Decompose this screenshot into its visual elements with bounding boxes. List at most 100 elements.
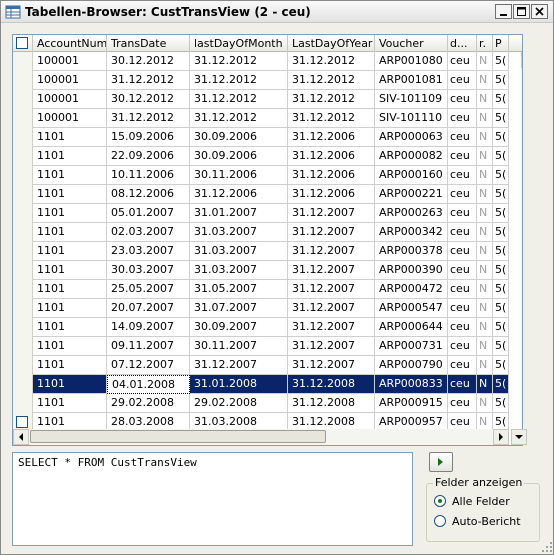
col-recversion-cell[interactable]: N — [477, 52, 493, 71]
col-trans-date-header[interactable]: TransDate — [107, 35, 190, 52]
row-selector[interactable] — [13, 185, 33, 204]
table-row[interactable]: 100001 30.12.2012 31.12.2012 31.12.2012 ARP0… — [13, 52, 522, 71]
col-dataareaid-cell[interactable]: ceu — [448, 109, 477, 128]
col-last-day-of-year-cell[interactable]: 31.12.2012 — [288, 71, 375, 90]
col-account-num-cell[interactable]: 1101 — [33, 356, 107, 375]
col-account-num-cell[interactable]: 100001 — [33, 109, 107, 128]
col-trans-date-cell[interactable]: 22.09.2006 — [107, 147, 190, 166]
col-last-day-of-month-cell[interactable]: 31.12.2012 — [190, 109, 288, 128]
data-grid[interactable]: AccountNum TransDate lastDayOfMonth LastDay… — [12, 34, 523, 446]
col-last-day-of-month-cell[interactable]: 30.11.2006 — [190, 166, 288, 185]
col-trans-date-cell[interactable]: 05.01.2007 — [107, 204, 190, 223]
col-partition-cell[interactable]: 5( — [493, 147, 509, 166]
table-row[interactable]: 1101 29.02.2008 29.02.2008 31.12.2008 ARP000… — [13, 394, 522, 413]
col-partition-cell[interactable]: 5( — [493, 394, 509, 413]
col-last-day-of-year-cell[interactable]: 31.12.2008 — [288, 375, 375, 394]
col-partition-cell[interactable]: 5( — [493, 128, 509, 147]
col-recversion-cell[interactable]: N — [477, 109, 493, 128]
col-recversion-cell[interactable]: N — [477, 337, 493, 356]
col-voucher-cell[interactable]: SIV-101110 — [375, 109, 448, 128]
col-partition-cell[interactable]: 5( — [493, 299, 509, 318]
col-trans-date-cell[interactable]: 08.12.2006 — [107, 185, 190, 204]
row-selector[interactable] — [13, 109, 33, 128]
col-last-day-of-year-cell[interactable]: 31.12.2007 — [288, 356, 375, 375]
row-selector[interactable] — [13, 394, 33, 413]
row-selector[interactable] — [13, 90, 33, 109]
col-last-day-of-month-cell[interactable]: 29.02.2008 — [190, 394, 288, 413]
col-recversion-cell[interactable]: N — [477, 71, 493, 90]
select-all-cell[interactable] — [13, 35, 33, 52]
col-last-day-of-month-cell[interactable]: 31.12.2007 — [190, 356, 288, 375]
col-last-day-of-month-cell[interactable]: 30.09.2007 — [190, 318, 288, 337]
col-voucher-cell[interactable]: ARP000547 — [375, 299, 448, 318]
col-last-day-of-month-cell[interactable]: 30.09.2006 — [190, 147, 288, 166]
col-dataareaid-cell[interactable]: ceu — [448, 90, 477, 109]
col-voucher-cell[interactable]: ARP000390 — [375, 261, 448, 280]
col-partition-cell[interactable]: 5( — [493, 261, 509, 280]
col-partition-cell[interactable]: 5( — [493, 71, 509, 90]
col-recversion-cell[interactable]: N — [477, 166, 493, 185]
col-account-num-cell[interactable]: 1101 — [33, 375, 107, 394]
row-selector[interactable] — [13, 147, 33, 166]
scroll-left-button[interactable] — [13, 429, 29, 445]
col-account-num-cell[interactable]: 1101 — [33, 128, 107, 147]
col-account-num-cell[interactable]: 1101 — [33, 337, 107, 356]
col-trans-date-cell[interactable]: 30.12.2012 — [107, 90, 190, 109]
table-row[interactable]: 1101 25.05.2007 31.05.2007 31.12.2007 ARP000… — [13, 280, 522, 299]
col-last-day-of-year-cell[interactable]: 31.12.2012 — [288, 90, 375, 109]
col-partition-cell[interactable]: 5( — [493, 242, 509, 261]
col-voucher-cell[interactable]: ARP000221 — [375, 185, 448, 204]
col-recversion-cell[interactable]: N — [477, 147, 493, 166]
col-partition-cell[interactable]: 5( — [493, 375, 509, 394]
col-trans-date-cell[interactable]: 31.12.2012 — [107, 71, 190, 90]
col-last-day-of-year-cell[interactable]: 31.12.2006 — [288, 147, 375, 166]
col-recversion-cell[interactable]: N — [477, 299, 493, 318]
col-voucher-cell[interactable]: ARP000082 — [375, 147, 448, 166]
select-all-checkbox[interactable] — [16, 37, 28, 49]
col-last-day-of-month-cell[interactable]: 31.03.2007 — [190, 223, 288, 242]
col-dataareaid-cell[interactable]: ceu — [448, 318, 477, 337]
col-trans-date-cell[interactable]: 14.09.2007 — [107, 318, 190, 337]
col-voucher-cell[interactable]: SIV-101109 — [375, 90, 448, 109]
row-selector[interactable] — [13, 128, 33, 147]
col-recversion-header[interactable]: r. — [477, 35, 493, 52]
col-dataareaid-cell[interactable]: ceu — [448, 147, 477, 166]
row-selector[interactable] — [13, 242, 33, 261]
col-dataareaid-cell[interactable]: ceu — [448, 337, 477, 356]
col-trans-date-cell[interactable]: 25.05.2007 — [107, 280, 190, 299]
col-last-day-of-month-cell[interactable]: 31.01.2007 — [190, 204, 288, 223]
col-last-day-of-year-cell[interactable]: 31.12.2007 — [288, 337, 375, 356]
col-last-day-of-month-cell[interactable]: 31.05.2007 — [190, 280, 288, 299]
col-voucher-cell[interactable]: ARP000644 — [375, 318, 448, 337]
horizontal-scroll-thumb[interactable] — [30, 430, 326, 443]
row-selector[interactable] — [13, 261, 33, 280]
maximize-button[interactable] — [513, 4, 530, 19]
col-recversion-cell[interactable]: N — [477, 318, 493, 337]
table-row[interactable]: 1101 30.03.2007 31.03.2007 31.12.2007 ARP000… — [13, 261, 522, 280]
col-dataareaid-header[interactable]: d... — [448, 35, 477, 52]
col-dataareaid-cell[interactable]: ceu — [448, 261, 477, 280]
vertical-scrollbar[interactable] — [521, 52, 522, 444]
col-last-day-of-year-cell[interactable]: 31.12.2006 — [288, 185, 375, 204]
col-trans-date-cell[interactable]: 10.11.2006 — [107, 166, 190, 185]
col-account-num-cell[interactable]: 1101 — [33, 242, 107, 261]
col-recversion-cell[interactable]: N — [477, 242, 493, 261]
col-voucher-cell[interactable]: ARP000833 — [375, 375, 448, 394]
minimize-button[interactable] — [495, 4, 512, 19]
col-last-day-of-month-cell[interactable]: 30.11.2007 — [190, 337, 288, 356]
col-voucher-header[interactable]: Voucher — [375, 35, 448, 52]
col-last-day-of-year-cell[interactable]: 31.12.2007 — [288, 318, 375, 337]
horizontal-scrollbar[interactable] — [13, 429, 509, 445]
row-selector[interactable] — [13, 52, 33, 71]
col-recversion-cell[interactable]: N — [477, 204, 493, 223]
col-partition-cell[interactable]: 5( — [493, 204, 509, 223]
col-dataareaid-cell[interactable]: ceu — [448, 299, 477, 318]
col-partition-header[interactable]: P — [493, 35, 509, 52]
col-trans-date-cell[interactable]: 07.12.2007 — [107, 356, 190, 375]
sql-query-box[interactable]: SELECT * FROM CustTransView — [12, 452, 413, 546]
col-account-num-cell[interactable]: 100001 — [33, 90, 107, 109]
col-dataareaid-cell[interactable]: ceu — [448, 394, 477, 413]
size-grip-icon[interactable] — [541, 541, 553, 553]
col-voucher-cell[interactable]: ARP001081 — [375, 71, 448, 90]
col-recversion-cell[interactable]: N — [477, 261, 493, 280]
